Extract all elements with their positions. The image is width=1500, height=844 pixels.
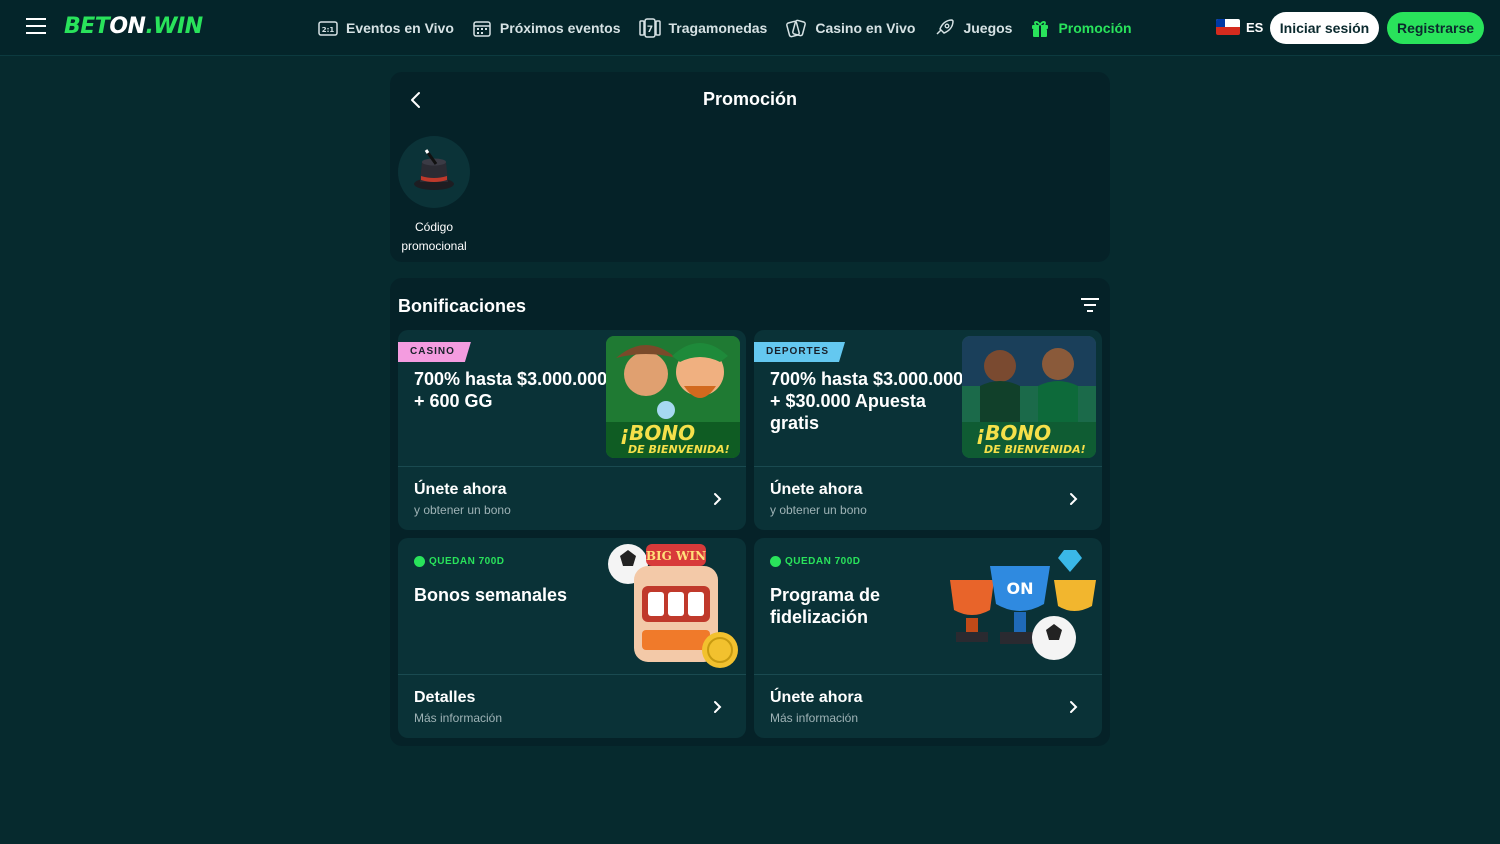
nav-slots[interactable]: 7 Tragamonedas <box>638 18 767 38</box>
clock-icon <box>770 556 781 567</box>
magic-hat-icon <box>398 136 470 208</box>
rocket-icon <box>936 19 955 35</box>
bonus-heading: Programa de fidelización <box>770 585 881 627</box>
casino-welcome-art: ¡BONO DE BIENVENIDA! <box>606 336 740 458</box>
playing-cards-icon <box>786 19 807 38</box>
art-bono-text: ¡BONO <box>620 421 695 445</box>
calendar-icon <box>473 21 491 37</box>
time-remaining: QUEDAN 700D <box>414 556 505 567</box>
top-header: BETON.WIN 2:1 Eventos en Vivo Próximos e… <box>0 0 1500 56</box>
join-now-link[interactable]: Únete ahora <box>770 689 862 707</box>
chevron-right-icon[interactable] <box>1068 491 1080 507</box>
bonus-card-weekly[interactable]: QUEDAN 700D Bonos semanales BIG WIN Deta… <box>398 538 746 738</box>
details-link[interactable]: Detalles <box>414 689 475 707</box>
card-subtext: y obtener un bono <box>770 503 867 517</box>
art-welcome-text: DE BIENVENIDA! <box>628 443 730 456</box>
nav-games[interactable]: Juegos <box>933 18 1012 38</box>
chevron-right-icon[interactable] <box>712 491 724 507</box>
card-subtext: y obtener un bono <box>414 503 511 517</box>
gift-icon <box>1032 21 1049 37</box>
promotion-panel: Promoción Código promocional <box>390 72 1110 262</box>
art-bono-text: ¡BONO <box>976 421 1051 445</box>
trophies-art: ON <box>944 546 1102 674</box>
trophy-logo-text: ON <box>1007 579 1034 598</box>
bonuses-title: Bonificaciones <box>398 296 527 316</box>
sports-welcome-art: ¡BONO DE BIENVENIDA! <box>962 336 1096 458</box>
card-subtext: Más información <box>414 711 503 725</box>
bonus-card-casino[interactable]: CASINO 700% hasta $3.000.000 + 600 GG ¡B… <box>398 330 746 530</box>
chile-flag-icon <box>1216 19 1240 35</box>
promo-code-label: Código promocional <box>401 220 467 253</box>
chevron-right-icon[interactable] <box>1068 699 1080 715</box>
menu-icon[interactable] <box>24 18 48 38</box>
bonuses-panel: Bonificaciones CASINO 700% hasta $3.000.… <box>390 278 1110 746</box>
nav-upcoming-events[interactable]: Próximos eventos <box>472 19 621 37</box>
bonus-card-loyalty[interactable]: QUEDAN 700D Programa de fidelización ON <box>754 538 1102 738</box>
join-now-link[interactable]: Únete ahora <box>770 481 862 499</box>
bonus-card-sports[interactable]: DEPORTES 700% hasta $3.000.000 + $30.000… <box>754 330 1102 530</box>
sports-tag: DEPORTES <box>754 342 845 362</box>
join-now-link[interactable]: Únete ahora <box>414 481 506 499</box>
bonus-heading: 700% hasta $3.000.000 + 600 GG <box>414 369 608 411</box>
big-win-text: BIG WIN <box>646 549 706 563</box>
site-logo[interactable]: BETON.WIN <box>64 14 203 39</box>
svg-text:2:1: 2:1 <box>322 26 335 34</box>
page-title: Promoción <box>702 89 797 109</box>
login-button[interactable]: Iniciar sesión <box>1270 12 1379 44</box>
nav-live-events[interactable]: 2:1 Eventos en Vivo <box>318 19 454 37</box>
casino-tag: CASINO <box>398 342 471 362</box>
slot-seven-icon: 7 <box>638 18 661 38</box>
time-remaining: QUEDAN 700D <box>770 556 861 567</box>
main-nav: 2:1 Eventos en Vivo Próximos eventos 7 T… <box>318 0 1150 56</box>
live-scoreboard-icon: 2:1 <box>318 21 338 36</box>
nav-live-casino[interactable]: Casino en Vivo <box>785 18 915 38</box>
register-button[interactable]: Registrarse <box>1387 12 1484 44</box>
slot-machine-art: BIG WIN <box>606 538 746 674</box>
bonus-heading: Bonos semanales <box>414 585 568 605</box>
svg-text:7: 7 <box>646 25 652 35</box>
nav-promotion[interactable]: Promoción <box>1030 18 1132 38</box>
chevron-right-icon[interactable] <box>712 699 724 715</box>
language-selector[interactable]: ES <box>1216 19 1263 35</box>
card-subtext: Más información <box>770 711 859 725</box>
art-welcome-text: DE BIENVENIDA! <box>984 443 1086 456</box>
bonus-heading: 700% hasta $3.000.000 + $30.000 Apuesta … <box>770 369 964 433</box>
promo-code-tile[interactable]: Código promocional <box>398 136 470 256</box>
filter-icon[interactable] <box>1080 298 1100 314</box>
clock-icon <box>414 556 425 567</box>
